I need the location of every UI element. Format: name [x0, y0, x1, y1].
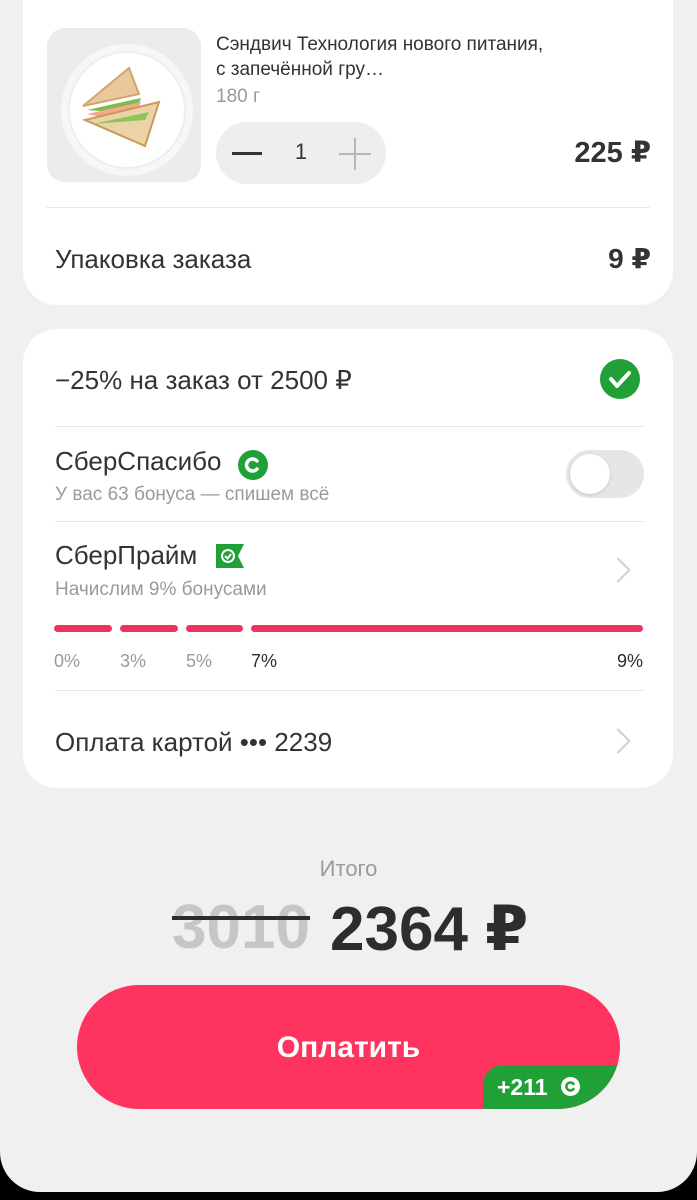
total-label: Итого [319, 856, 378, 881]
product-image[interactable] [47, 28, 201, 182]
divider [46, 207, 650, 208]
pay-button-label: Оплатить [276, 1031, 421, 1064]
product-title[interactable]: Сэндвич Технология нового питания, с зап… [216, 32, 546, 82]
sberspasibo-logo-icon [561, 1077, 580, 1096]
sberprime-sublabel: Начислим 9% бонусами [55, 579, 267, 600]
check-icon[interactable] [600, 359, 640, 399]
divider [55, 690, 644, 691]
progress-segment [186, 625, 243, 632]
toggle-knob [570, 454, 610, 494]
divider [55, 426, 644, 427]
order-items-card: Сэндвич Технология нового питания, с зап… [23, 0, 673, 305]
progress-segment [120, 625, 178, 632]
bonus-amount: +211 [497, 1074, 548, 1100]
pay-button[interactable]: Оплатить +211 [77, 985, 620, 1109]
quantity-stepper: 1 [216, 122, 386, 184]
divider [55, 521, 644, 522]
plus-icon[interactable] [339, 138, 371, 170]
progress-tick: 0% [54, 651, 81, 671]
promo-label[interactable]: −25% на заказ от 2500 ₽ [55, 365, 352, 396]
product-weight: 180 г [216, 86, 260, 107]
sberprime-flag-icon [216, 544, 244, 568]
total-price: 2364 ₽ [330, 895, 529, 964]
packaging-price: 9 ₽ [608, 243, 651, 274]
checkout-screen: Сэндвич Технология нового питания, с зап… [0, 0, 697, 1192]
product-price: 225 ₽ [574, 137, 651, 169]
sberspasibo-toggle[interactable] [566, 450, 644, 498]
sberspasibo-sublabel: У вас 63 бонуса — спишем всё [55, 484, 330, 505]
progress-tick: 3% [120, 651, 147, 671]
bonus-badge: +211 [483, 1065, 620, 1109]
sandwich-image-icon [61, 44, 193, 176]
progress-tick: 9% [616, 651, 643, 671]
discounts-card: −25% на заказ от 2500 ₽ СберСпасибо У ва… [23, 329, 673, 788]
minus-icon[interactable] [232, 140, 262, 166]
progress-segment [54, 625, 112, 632]
progress-segment [251, 625, 643, 632]
payment-method-label[interactable]: Оплата картой ••• 2239 [55, 727, 332, 758]
progress-tick: 7% [251, 651, 278, 671]
sberspasibo-label: СберСпасибо [55, 446, 222, 476]
old-price: 3010 [172, 893, 310, 962]
sberspasibo-logo-icon [238, 450, 268, 480]
chevron-right-icon[interactable] [609, 727, 631, 757]
packaging-label: Упаковка заказа [55, 244, 252, 274]
quantity-value: 1 [294, 139, 308, 164]
sberprime-label[interactable]: СберПрайм [55, 540, 197, 571]
progress-tick: 5% [186, 651, 213, 671]
chevron-right-icon[interactable] [609, 556, 631, 586]
